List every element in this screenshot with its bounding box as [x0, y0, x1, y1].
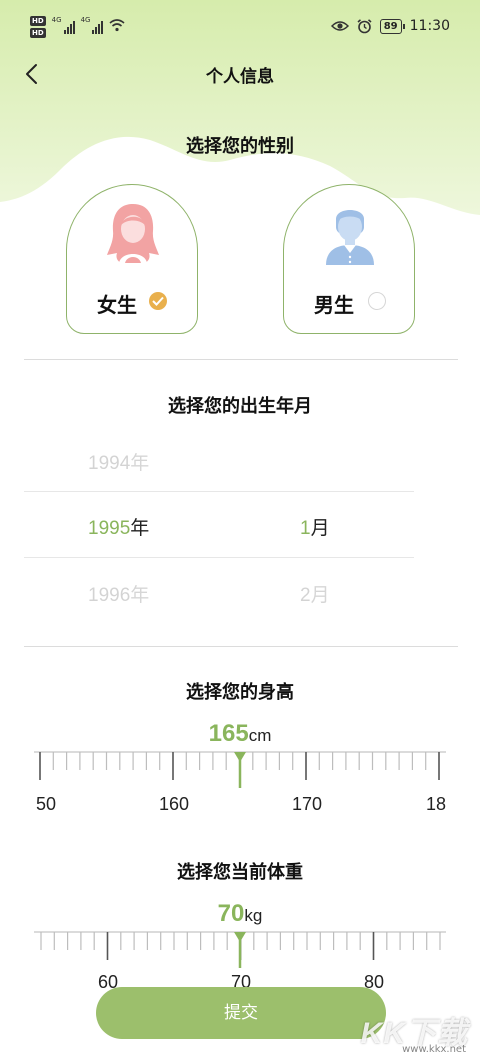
year-value: 1996 [88, 585, 131, 606]
watermark: KK下载 www.kkx.net [350, 1008, 468, 1058]
month-option[interactable]: 2月 [300, 580, 330, 607]
weight-value: 70 [217, 900, 245, 927]
year-value: 1995 [88, 518, 131, 539]
section-divider [24, 359, 458, 360]
year-option[interactable]: 1994年 [88, 448, 149, 475]
net-type: 4G [51, 16, 62, 24]
status-right: 89 11:30 [330, 18, 450, 34]
month-option-selected[interactable]: 1月 [300, 513, 330, 540]
year-unit: 年 [130, 517, 150, 539]
year-unit: 年 [130, 584, 150, 606]
month-value: 1 [300, 518, 311, 539]
selected-check-icon [149, 292, 167, 310]
height-tick-label: 170 [291, 794, 323, 814]
gender-section-title: 选择您的性别 [186, 136, 294, 157]
month-unit: 月 [310, 517, 330, 539]
month-unit: 月 [310, 584, 330, 606]
header-bar: 个人信息 [0, 56, 480, 92]
picker-highlight-line [24, 557, 414, 558]
signal-icon: 4G [52, 16, 75, 34]
gender-option-male[interactable]: 男生 [283, 184, 415, 334]
month-value: 2 [300, 585, 311, 606]
alarm-icon [357, 18, 372, 33]
signal-icon: 4G [81, 16, 104, 34]
picker-highlight-line [24, 491, 414, 492]
hd-badge: HD [30, 28, 46, 38]
year-value: 1994 [88, 453, 131, 474]
hd-badge: HD [30, 16, 46, 26]
gender-label-female: 女生 [97, 293, 137, 317]
year-option[interactable]: 1996年 [88, 580, 149, 607]
submit-button[interactable]: 提交 [96, 987, 386, 1039]
status-bar: HD HD 4G 4G 89 11:30 [0, 0, 480, 56]
status-time: 11:30 [409, 18, 450, 34]
page-title: 个人信息 [206, 67, 274, 87]
gender-option-female[interactable]: 女生 [66, 184, 198, 334]
weight-section-title: 选择您当前体重 [177, 862, 303, 883]
height-tick-label: 160 [158, 794, 190, 814]
gender-label-male: 男生 [314, 293, 354, 317]
watermark-url: www.kkx.net [402, 1044, 466, 1055]
height-section-title: 选择您的身高 [186, 682, 294, 703]
height-tick-label: 50 [35, 794, 57, 814]
year-option-selected[interactable]: 1995年 [88, 513, 149, 540]
height-value: 165 [208, 720, 249, 747]
birth-section-title: 选择您的出生年月 [168, 396, 312, 417]
eye-icon [330, 21, 349, 31]
height-tick-label: 18 [425, 794, 447, 814]
male-avatar-icon [326, 210, 374, 265]
wifi-icon [109, 19, 125, 32]
section-divider [24, 646, 458, 647]
weight-value-display: 70kg [0, 900, 480, 928]
height-unit: cm [248, 726, 272, 745]
female-avatar-icon [107, 204, 159, 263]
year-unit: 年 [130, 452, 150, 474]
height-value-display: 165cm [0, 720, 480, 748]
status-left: HD HD 4G 4G [30, 16, 125, 38]
weight-unit: kg [244, 906, 263, 925]
net-type: 4G [80, 16, 91, 24]
battery-indicator: 89 [379, 18, 405, 34]
hd-badges: HD HD [30, 16, 46, 38]
height-ruler[interactable] [0, 748, 480, 808]
unselected-radio-icon [368, 292, 386, 310]
